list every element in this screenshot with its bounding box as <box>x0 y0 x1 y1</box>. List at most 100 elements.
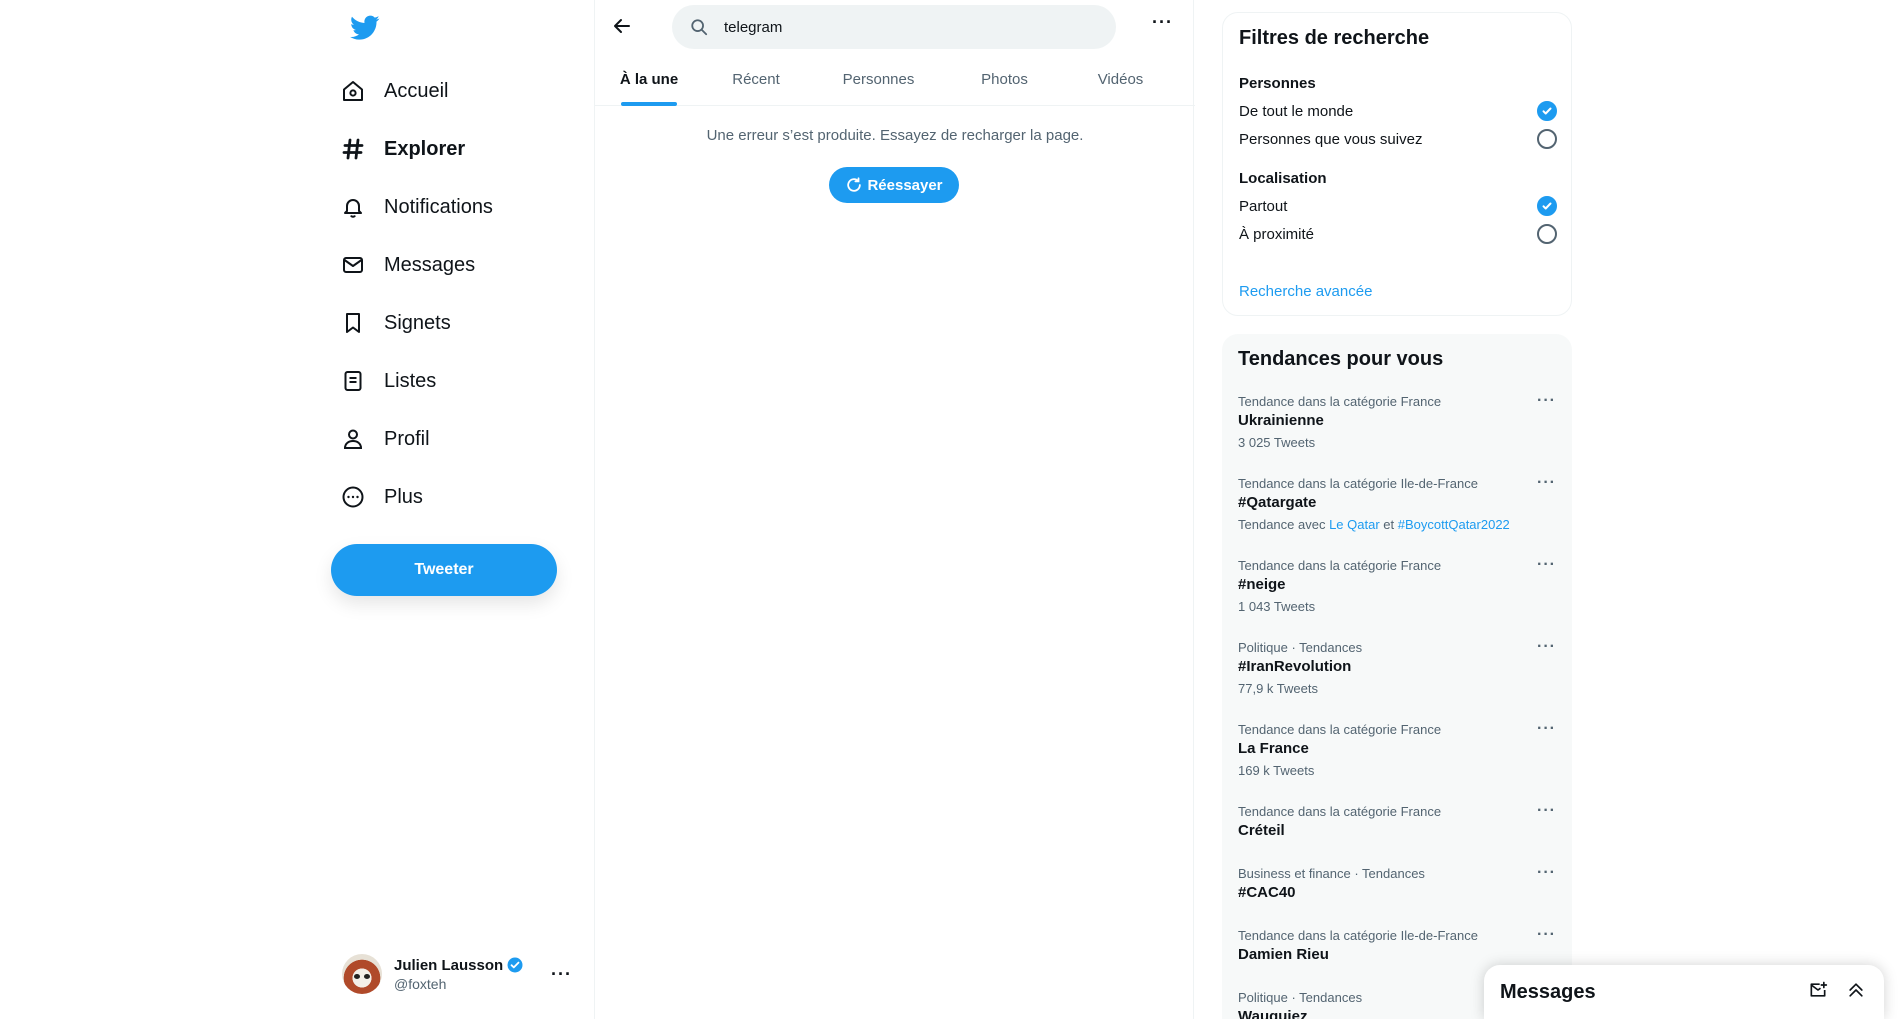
trend-title: #CAC40 <box>1238 884 1296 901</box>
account-info: Julien Lausson @foxteh <box>394 957 523 992</box>
nav-item-listes[interactable]: Listes <box>340 352 493 410</box>
trends-card: Tendances pour vous Tendance dans la cat… <box>1222 334 1572 1019</box>
trend-more-icon[interactable]: ··· <box>1537 556 1556 574</box>
filter-option-nearby[interactable]: À proximité <box>1239 222 1557 246</box>
trend-meta: Tendance dans la catégorie Ile-de-France <box>1238 928 1478 943</box>
nav-item-plus[interactable]: Plus <box>340 468 493 526</box>
trend-title: #Qatargate <box>1238 494 1317 511</box>
trend-item[interactable]: Politique · Tendances #IranRevolution 77… <box>1238 638 1556 696</box>
account-more-icon[interactable]: ··· <box>551 964 572 985</box>
advanced-search-link[interactable]: Recherche avancée <box>1239 283 1372 300</box>
trend-count: 1 043 Tweets <box>1238 599 1316 614</box>
filter-people-heading: Personnes <box>1239 75 1316 92</box>
trend-more-icon[interactable]: ··· <box>1537 864 1556 882</box>
verified-badge-icon <box>507 957 523 973</box>
account-name-row: Julien Lausson <box>394 957 523 974</box>
trend-item[interactable]: Tendance dans la catégorie France Ukrain… <box>1238 392 1556 450</box>
trend-item[interactable]: Tendance dans la catégorie France Crétei… <box>1238 802 1556 839</box>
messages-drawer-actions <box>1808 980 1866 1005</box>
radio-checked-icon[interactable] <box>1537 101 1557 121</box>
nav-item-messages[interactable]: Messages <box>340 236 493 294</box>
nav-item-explorer[interactable]: Explorer <box>340 120 493 178</box>
nav-label: Messages <box>384 253 476 276</box>
trend-meta: Business et finance · Tendances <box>1238 866 1425 881</box>
filter-option-label: Personnes que vous suivez <box>1239 130 1423 148</box>
search-icon <box>690 18 708 36</box>
retry-button[interactable]: Réessayer <box>829 167 959 203</box>
home-icon <box>340 78 366 104</box>
trend-related: Tendance avec Le Qatar et #BoycottQatar2… <box>1238 517 1556 532</box>
main-navigation: Accueil Explorer Notifications Messages … <box>340 62 493 526</box>
list-icon <box>340 368 366 394</box>
filter-option-everywhere[interactable]: Partout <box>1239 194 1557 218</box>
trend-count: 77,9 k Tweets <box>1238 681 1318 696</box>
trend-item[interactable]: Tendance dans la catégorie France #neige… <box>1238 556 1556 614</box>
nav-label: Plus <box>384 485 423 508</box>
trend-meta: Tendance dans la catégorie France <box>1238 394 1442 409</box>
main-column: ··· À la une Récent Personnes Photos Vid… <box>594 0 1195 1019</box>
collapse-up-icon[interactable] <box>1846 980 1866 1005</box>
filter-option-following[interactable]: Personnes que vous suivez <box>1239 127 1557 151</box>
trend-more-icon[interactable]: ··· <box>1537 926 1556 944</box>
trend-title: La France <box>1238 740 1309 757</box>
trend-item[interactable]: Tendance dans la catégorie Ile-de-France… <box>1238 926 1556 963</box>
filter-option-label: De tout le monde <box>1239 102 1354 120</box>
nav-label: Accueil <box>384 79 449 102</box>
trend-title: Créteil <box>1238 822 1285 839</box>
trend-related-prefix: Tendance avec <box>1238 517 1326 532</box>
nav-item-profil[interactable]: Profil <box>340 410 493 468</box>
trend-more-icon[interactable]: ··· <box>1537 474 1556 492</box>
trend-title: #IranRevolution <box>1238 658 1352 675</box>
trend-more-icon[interactable]: ··· <box>1537 802 1556 820</box>
radio-unchecked-icon[interactable] <box>1537 129 1557 149</box>
trend-related-link[interactable]: Le Qatar <box>1329 517 1380 532</box>
trend-item[interactable]: Tendance dans la catégorie Ile-de-France… <box>1238 474 1556 532</box>
tab-photos[interactable]: Photos <box>946 53 1063 106</box>
trend-more-icon[interactable]: ··· <box>1537 392 1556 410</box>
trends-title: Tendances pour vous <box>1238 348 1444 370</box>
search-input[interactable] <box>724 18 1084 36</box>
error-message: Une erreur s’est produite. Essayez de re… <box>706 127 1084 144</box>
filter-location-heading: Localisation <box>1239 170 1327 187</box>
radio-unchecked-icon[interactable] <box>1537 224 1557 244</box>
tab-personnes[interactable]: Personnes <box>811 53 946 106</box>
twitter-logo-icon[interactable] <box>341 8 389 48</box>
retry-label: Réessayer <box>867 176 943 194</box>
back-arrow-icon[interactable] <box>605 9 639 43</box>
trend-count: 3 025 Tweets <box>1238 435 1316 450</box>
trend-title: Damien Rieu <box>1238 946 1329 963</box>
nav-item-accueil[interactable]: Accueil <box>340 62 493 120</box>
tweet-button[interactable]: Tweeter <box>331 544 557 596</box>
nav-label: Listes <box>384 369 437 392</box>
trend-more-icon[interactable]: ··· <box>1537 638 1556 656</box>
trend-related-link[interactable]: #BoycottQatar2022 <box>1398 517 1510 532</box>
left-sidebar: Accueil Explorer Notifications Messages … <box>326 0 594 1019</box>
trend-more-icon[interactable]: ··· <box>1537 720 1556 738</box>
nav-item-notifications[interactable]: Notifications <box>340 178 493 236</box>
account-switcher[interactable]: Julien Lausson @foxteh ··· <box>342 952 572 996</box>
trend-meta: Tendance dans la catégorie France <box>1238 558 1442 573</box>
search-box[interactable] <box>672 5 1116 49</box>
trend-item[interactable]: Tendance dans la catégorie France La Fra… <box>1238 720 1556 778</box>
trend-count: 169 k Tweets <box>1238 763 1315 778</box>
nav-label: Explorer <box>384 137 466 160</box>
account-name: Julien Lausson <box>394 956 504 974</box>
radio-checked-icon[interactable] <box>1537 196 1557 216</box>
trend-meta: Tendance dans la catégorie France <box>1238 722 1442 737</box>
trend-meta: Politique · Tendances <box>1238 640 1363 655</box>
trend-item[interactable]: Business et finance · Tendances #CAC40 ·… <box>1238 864 1556 901</box>
tab-videos[interactable]: Vidéos <box>1063 53 1178 106</box>
nav-label: Notifications <box>384 195 493 218</box>
account-handle: @foxteh <box>394 975 447 992</box>
search-options-icon[interactable]: ··· <box>1152 12 1173 33</box>
tab-recent[interactable]: Récent <box>701 53 811 106</box>
messages-drawer-title: Messages <box>1500 980 1596 1003</box>
tab-a-la-une[interactable]: À la une <box>597 53 701 106</box>
filter-option-everyone[interactable]: De tout le monde <box>1239 99 1557 123</box>
new-message-icon[interactable] <box>1808 980 1828 1005</box>
nav-item-signets[interactable]: Signets <box>340 294 493 352</box>
refresh-icon <box>847 177 862 192</box>
trend-title: Ukrainienne <box>1238 412 1324 429</box>
messages-drawer[interactable]: Messages <box>1484 965 1884 1019</box>
avatar <box>342 954 382 994</box>
